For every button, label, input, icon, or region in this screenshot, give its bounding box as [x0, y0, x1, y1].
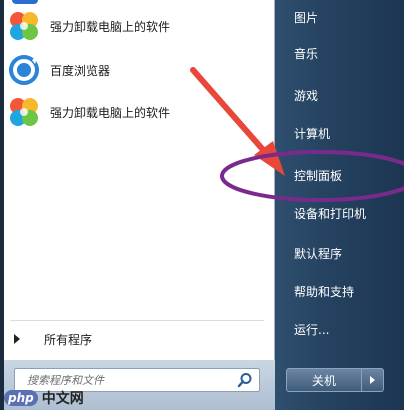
menu-item-label: 图片: [294, 10, 319, 25]
program-label: 百度浏览器: [50, 63, 111, 78]
program-label: 强力卸载电脑上的软件: [50, 19, 171, 34]
divider: [10, 320, 264, 321]
program-item[interactable]: 百度浏览器: [4, 50, 266, 90]
program-label: 强力卸载电脑上的软件: [50, 105, 171, 120]
menu-item-games[interactable]: 游戏: [284, 80, 392, 110]
search-icon[interactable]: [237, 372, 253, 388]
watermark-site: 中文网: [41, 391, 84, 407]
baidu-browser-icon: [9, 55, 39, 85]
search-input[interactable]: [25, 372, 229, 388]
menu-item-label: 计算机: [294, 126, 331, 141]
menu-item-label: 默认程序: [294, 246, 343, 261]
shutdown-button[interactable]: 关机: [286, 368, 362, 392]
shutdown-options-button[interactable]: [362, 368, 384, 392]
menu-item-label: 控制面板: [294, 168, 343, 183]
menu-item-help-support[interactable]: 帮助和支持: [284, 276, 392, 306]
arrow-right-icon: [14, 334, 20, 344]
menu-item-computer[interactable]: 计算机: [284, 118, 392, 148]
program-item[interactable]: 强力卸载电脑上的软件: [4, 92, 266, 132]
menu-item-label: 运行...: [294, 322, 330, 337]
menu-item-default-programs[interactable]: 默认程序: [284, 238, 392, 268]
watermark-php: php: [4, 390, 38, 406]
menu-item-music[interactable]: 音乐: [284, 38, 392, 68]
menu-item-label: 帮助和支持: [294, 284, 355, 299]
start-menu: 强力卸载电脑上的软件 百度浏览器 强力卸载电脑上的软件 所有程序 搜索程序和文件…: [0, 0, 404, 410]
program-item[interactable]: 强力卸载电脑上的软件: [4, 6, 266, 46]
all-programs-button[interactable]: 所有程序: [10, 326, 264, 352]
menu-item-label: 音乐: [294, 46, 319, 61]
menu-item-label: 设备和打印机: [294, 206, 367, 221]
watermark: php 中文网: [4, 388, 84, 408]
petal-app-icon: [10, 98, 38, 126]
petal-app-icon: [10, 12, 38, 40]
menu-item-devices-printers[interactable]: 设备和打印机: [284, 198, 392, 228]
menu-item-label: 游戏: [294, 88, 319, 103]
arrow-right-icon: [370, 376, 375, 384]
all-programs-label: 所有程序: [44, 332, 93, 347]
menu-item-control-panel[interactable]: 控制面板: [284, 160, 392, 190]
menu-item-pictures[interactable]: 图片: [284, 2, 392, 32]
menu-item-run[interactable]: 运行...: [284, 314, 392, 344]
